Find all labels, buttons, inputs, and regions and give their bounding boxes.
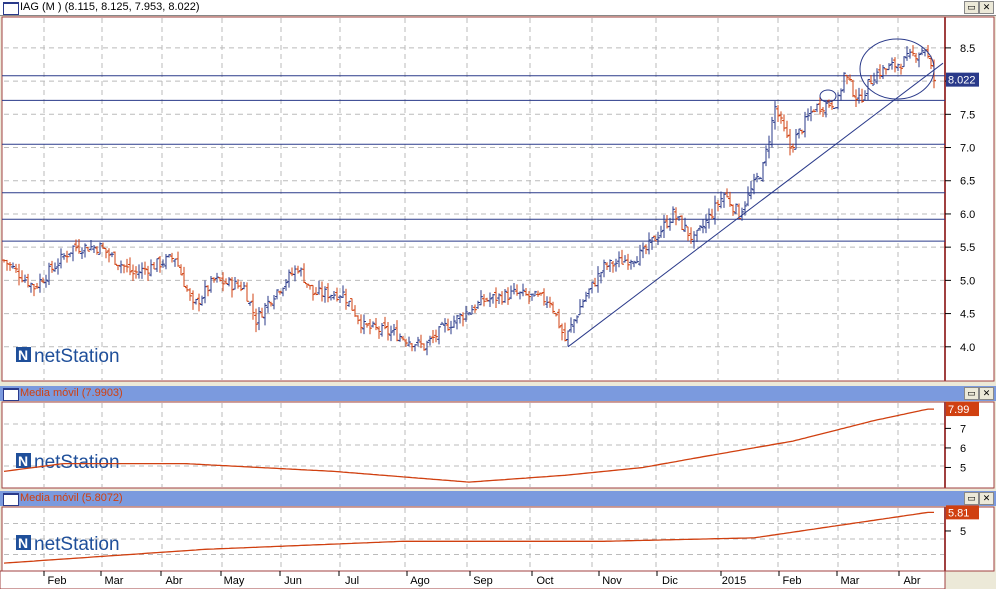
y-axis-label: 5.5 — [960, 242, 975, 254]
time-axis-label: Abr — [165, 575, 182, 587]
svg-text:N: N — [18, 535, 28, 551]
last-price-badge-bg — [946, 72, 979, 87]
svg-text:netStation: netStation — [34, 534, 120, 555]
y-axis-label: 5.0 — [960, 275, 975, 287]
y-axis-label: 6 — [960, 443, 966, 455]
y-axis-label: 4.5 — [960, 309, 975, 321]
ma2-plot-area — [1, 506, 995, 572]
netstation-logo: N netStation — [16, 346, 120, 367]
time-axis-label: Mar — [841, 575, 860, 587]
last-price-badge: 8.022 — [948, 75, 976, 87]
ma2-line — [3, 511, 934, 564]
time-axis-label: Jun — [284, 575, 302, 587]
time-axis-label: Abr — [903, 575, 920, 587]
highlight-ellipse-large — [859, 38, 935, 100]
ma1-titlebar: Media móvil (7.9903) ▭ ✕ — [0, 386, 996, 401]
y-axis-label: 8.5 — [960, 43, 975, 55]
time-axis-label: Feb — [783, 575, 802, 587]
main-panel-titlebar: IAG (M ) (8.115, 8.125, 7.953, 8.022) ▭ … — [0, 0, 996, 16]
time-axis-label: Sep — [473, 575, 493, 587]
ma2-title: Media móvil (5.8072) — [20, 492, 123, 504]
ma1-last-badge-bg — [946, 402, 979, 417]
close-button[interactable]: ✕ — [979, 492, 994, 505]
maximize-button[interactable]: ▭ — [964, 1, 979, 14]
netstation-logo: N netStation — [16, 452, 120, 473]
svg-text:netStation: netStation — [34, 346, 120, 367]
ma1-line — [3, 408, 934, 483]
y-axis-label: 8.0 — [960, 76, 975, 88]
ma1-plot-area — [1, 401, 995, 489]
time-axis-label: Oct — [536, 575, 553, 587]
close-button[interactable]: ✕ — [979, 1, 994, 14]
time-axis-label: Ago — [410, 575, 430, 587]
highlight-ellipse-small — [819, 89, 837, 103]
svg-text:N: N — [18, 347, 28, 363]
ma1-title: Media móvil (7.9903) — [20, 387, 123, 399]
netstation-logo: N netStation — [16, 534, 120, 555]
svg-text:netStation: netStation — [34, 452, 120, 473]
y-axis-label: 7 — [960, 423, 966, 435]
time-axis-label: Dic — [662, 575, 678, 587]
ma2-last-badge-bg — [946, 505, 979, 520]
time-axis-label: May — [224, 575, 245, 587]
ma2-last-badge: 5.81 — [948, 507, 969, 519]
y-axis-label: 5 — [960, 526, 966, 538]
y-axis-label: 5 — [960, 462, 966, 474]
y-axis-label: 6.5 — [960, 176, 975, 188]
window-icon — [3, 2, 19, 15]
time-axis — [0, 570, 946, 589]
ma2-titlebar: Media móvil (5.8072) ▭ ✕ — [0, 491, 996, 506]
trendline — [567, 62, 944, 348]
ma1-last-badge: 7.99 — [948, 404, 969, 416]
close-button[interactable]: ✕ — [979, 387, 994, 400]
time-axis-label: Nov — [602, 575, 622, 587]
y-axis-label: 7.0 — [960, 143, 975, 155]
window-icon — [3, 493, 19, 506]
time-axis-label: Jul — [345, 575, 359, 587]
svg-text:N: N — [18, 453, 28, 469]
chart-window: IAG (M ) (8.115, 8.125, 7.953, 8.022) ▭ … — [0, 0, 996, 589]
y-axis-label: 4.0 — [960, 342, 975, 354]
time-axis-label: Feb — [48, 575, 67, 587]
window-icon — [3, 388, 19, 401]
y-axis-label: 7.5 — [960, 109, 975, 121]
time-axis-label: Mar — [105, 575, 124, 587]
maximize-button[interactable]: ▭ — [964, 387, 979, 400]
main-panel-title: IAG (M ) (8.115, 8.125, 7.953, 8.022) — [20, 1, 200, 13]
time-axis-label: 2015 — [722, 575, 746, 587]
maximize-button[interactable]: ▭ — [964, 492, 979, 505]
y-axis-label: 6.0 — [960, 209, 975, 221]
main-plot-area — [1, 16, 995, 382]
